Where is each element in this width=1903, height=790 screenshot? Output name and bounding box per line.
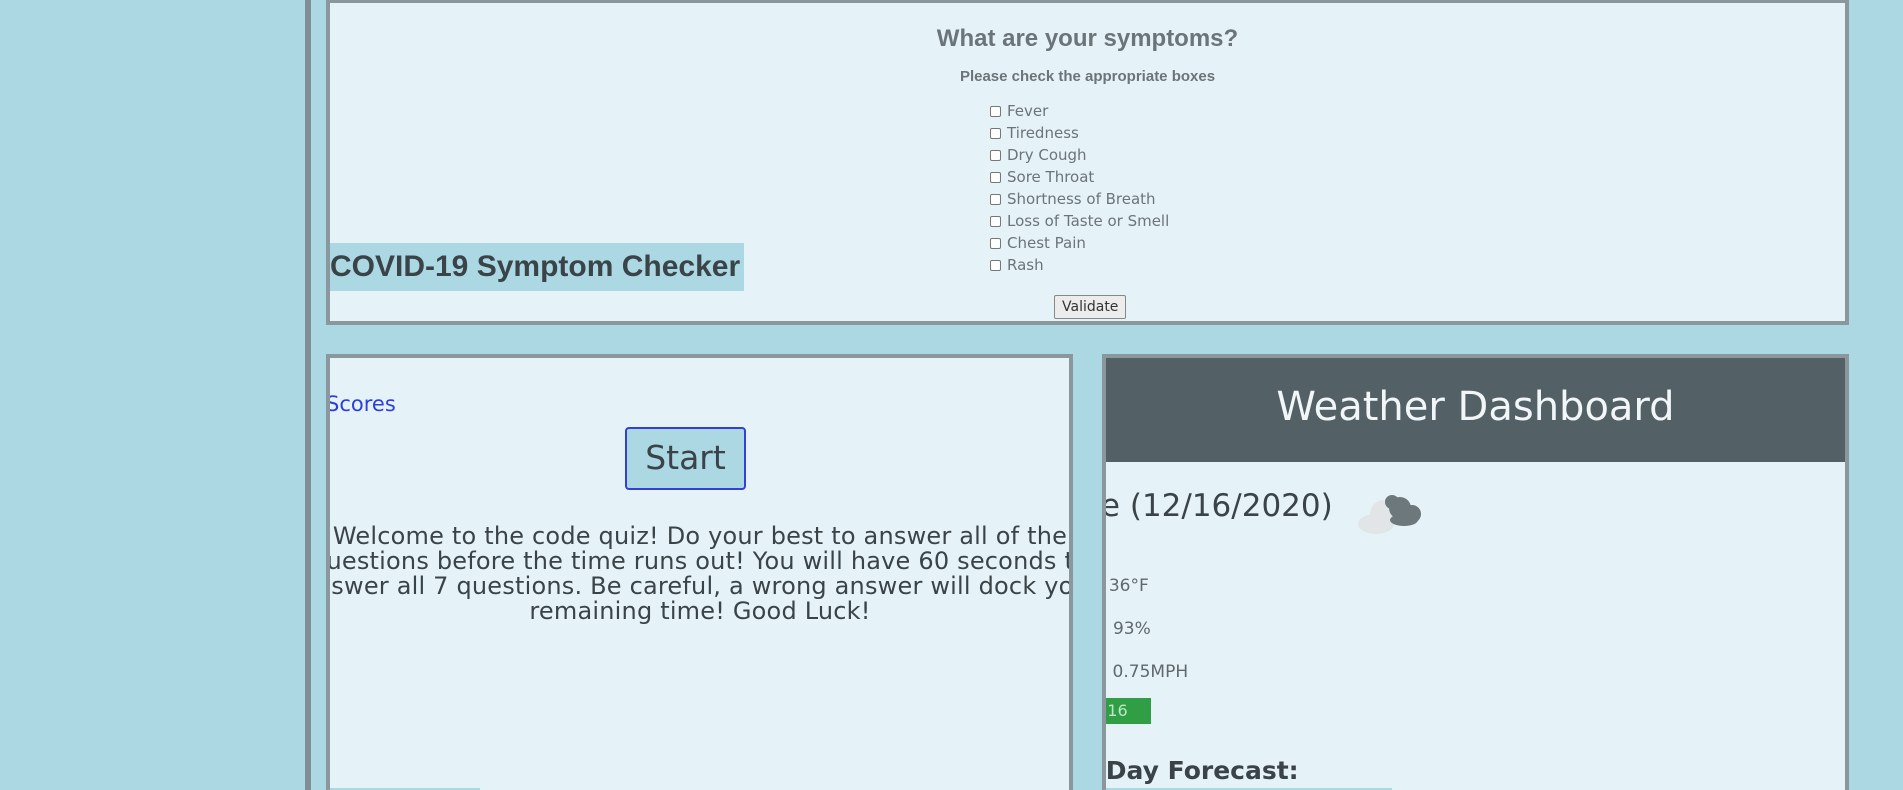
intro-line: answer all 7 questions. Be careful, a wr… bbox=[326, 572, 1073, 600]
temperature-text: Temperature: 36°F bbox=[1106, 576, 1149, 596]
weather-title: Weather Dashboard bbox=[1276, 384, 1675, 430]
symptom-option-tiredness[interactable]: Tiredness bbox=[990, 122, 1169, 144]
forecast-heading: 5-Day Forecast: bbox=[1105, 756, 1299, 785]
left-divider bbox=[305, 0, 311, 790]
checkbox[interactable] bbox=[990, 105, 1001, 117]
checkbox[interactable] bbox=[990, 215, 1001, 227]
validate-button[interactable]: Validate bbox=[1054, 295, 1127, 319]
project-title[interactable]: COVID-19 Symptom Checker bbox=[330, 243, 744, 291]
start-button[interactable]: Start bbox=[625, 427, 746, 490]
quiz-intro-text: Welcome to the code quiz! Do your best t… bbox=[326, 522, 1073, 625]
symptom-option-shortness-of-breath[interactable]: Shortness of Breath bbox=[990, 188, 1169, 210]
wind-speed-text: Wind Speed: 0.75MPH bbox=[1106, 662, 1189, 682]
weather-header: Weather Dashboard bbox=[1106, 358, 1845, 462]
humidity-text: Humidity: 93% bbox=[1102, 619, 1151, 639]
symptom-option-dry-cough[interactable]: Dry Cough bbox=[990, 144, 1169, 166]
symptom-label: Rash bbox=[1007, 256, 1044, 274]
intro-line: remaining time! Good Luck! bbox=[529, 597, 871, 625]
symptom-label: Sore Throat bbox=[1007, 168, 1095, 186]
cloud-icon bbox=[1358, 495, 1421, 534]
checkbox[interactable] bbox=[990, 237, 1001, 249]
symptom-label: Dry Cough bbox=[1007, 146, 1087, 164]
city-date: Charlotte (12/16/2020) bbox=[1102, 488, 1333, 524]
checkbox[interactable] bbox=[990, 193, 1001, 205]
checkbox[interactable] bbox=[990, 259, 1001, 271]
weather-dashboard-panel: Weather Dashboard Charlotte (12/16/2020)… bbox=[1102, 354, 1849, 790]
intro-line: questions before the time runs out! You … bbox=[326, 547, 1073, 575]
symptom-list: Fever Tiredness Dry Cough Sore Throat Sh… bbox=[990, 100, 1169, 276]
portfolio-page: What are your symptoms? Please check the… bbox=[0, 0, 1903, 790]
checkbox[interactable] bbox=[990, 171, 1001, 183]
symptom-option-rash[interactable]: Rash bbox=[990, 254, 1169, 276]
symptom-label: Loss of Taste or Smell bbox=[1007, 212, 1170, 230]
symptom-subheading: Please check the appropriate boxes bbox=[959, 68, 1216, 85]
code-quiz-panel: Scores Start Welcome to the code quiz! D… bbox=[326, 354, 1073, 790]
scores-link[interactable]: Scores bbox=[330, 392, 396, 416]
symptom-checker-panel: What are your symptoms? Please check the… bbox=[326, 0, 1849, 325]
intro-line: Welcome to the code quiz! Do your best t… bbox=[332, 522, 1068, 550]
checkbox[interactable] bbox=[990, 127, 1001, 139]
symptom-option-fever[interactable]: Fever bbox=[990, 100, 1169, 122]
symptom-label: Shortness of Breath bbox=[1007, 190, 1156, 208]
symptom-option-sore-throat[interactable]: Sore Throat bbox=[990, 166, 1169, 188]
symptom-label: Tiredness bbox=[1007, 124, 1079, 142]
uv-index-badge: 0.16 bbox=[1106, 698, 1151, 724]
symptom-heading: What are your symptoms? bbox=[936, 25, 1239, 52]
symptom-option-loss-of-taste[interactable]: Loss of Taste or Smell bbox=[990, 210, 1169, 232]
checkbox[interactable] bbox=[990, 149, 1001, 161]
symptom-option-chest-pain[interactable]: Chest Pain bbox=[990, 232, 1169, 254]
symptom-label: Fever bbox=[1007, 102, 1049, 120]
symptom-label: Chest Pain bbox=[1007, 234, 1086, 252]
